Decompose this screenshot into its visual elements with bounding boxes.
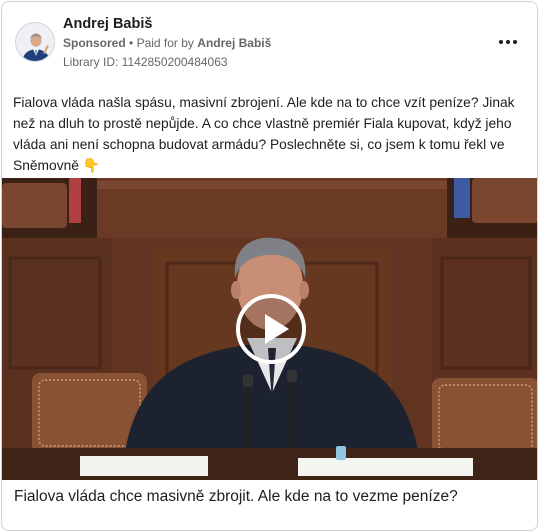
dot xyxy=(513,40,517,44)
avatar-portrait xyxy=(16,23,54,61)
play-button[interactable] xyxy=(236,294,306,364)
paid-for-name[interactable]: Andrej Babiš xyxy=(197,36,271,50)
paid-for-label: Paid for by xyxy=(136,36,194,50)
ad-card: Andrej Babiš Sponsored • Paid for by And… xyxy=(1,1,538,531)
video-player[interactable] xyxy=(2,178,537,480)
play-icon xyxy=(265,314,289,344)
video-caption[interactable]: Fialova vláda chce masivně zbrojit. Ale … xyxy=(14,488,529,506)
library-id: Library ID: 1142850200484063 xyxy=(63,55,228,69)
ad-body-text: Fialova vláda našla spásu, masivní zbroj… xyxy=(13,95,515,173)
more-options-icon[interactable] xyxy=(499,34,517,50)
advertiser-avatar[interactable] xyxy=(15,22,55,62)
meta-separator: • xyxy=(129,36,134,50)
dot xyxy=(506,40,510,44)
dot xyxy=(499,40,503,44)
advertiser-name[interactable]: Andrej Babiš xyxy=(63,16,152,32)
sponsored-label: Sponsored xyxy=(63,36,126,50)
sponsored-line: Sponsored • Paid for by Andrej Babiš xyxy=(63,36,271,50)
ad-header: Andrej Babiš Sponsored • Paid for by And… xyxy=(2,2,537,82)
